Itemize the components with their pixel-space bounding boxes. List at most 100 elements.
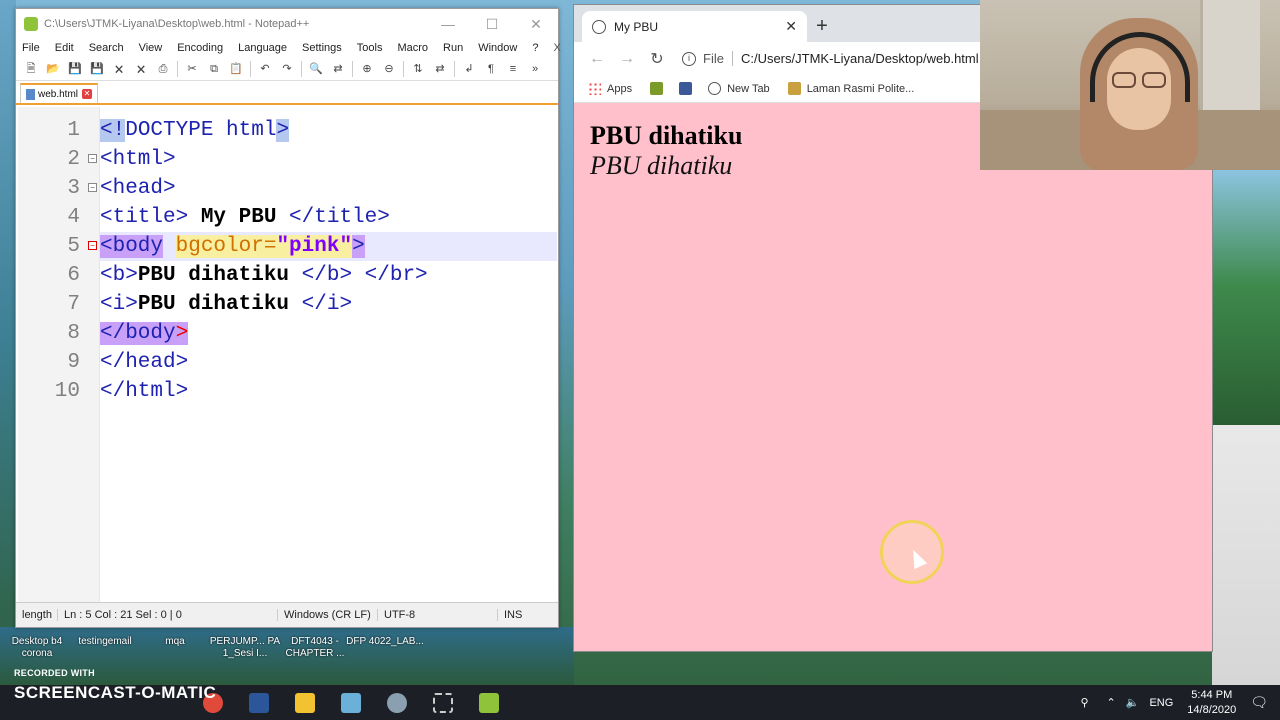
snip-icon bbox=[433, 692, 453, 713]
notepadpp-titlebar[interactable]: C:\Users\JTMK-Liyana\Desktop\web.html - … bbox=[16, 9, 558, 39]
menu-file[interactable]: File bbox=[22, 42, 40, 54]
toolbar-separator bbox=[454, 60, 455, 77]
taskbar-notepadpp[interactable] bbox=[466, 685, 512, 720]
desktop-icon-3[interactable]: mqa bbox=[136, 636, 214, 648]
find-icon[interactable]: 🔍 bbox=[308, 61, 324, 77]
globe-icon bbox=[592, 19, 606, 34]
redo-icon[interactable]: ↷ bbox=[279, 61, 295, 77]
bookmark-new-tab[interactable]: New Tab bbox=[708, 82, 770, 95]
menu-search[interactable]: Search bbox=[89, 42, 124, 54]
taskbar-explorer[interactable] bbox=[282, 685, 328, 720]
new-tab-button[interactable]: + bbox=[807, 11, 837, 42]
zoom-out-icon[interactable]: ⊖ bbox=[381, 61, 397, 77]
menu-help[interactable]: ? bbox=[532, 42, 538, 54]
taskbar-word[interactable] bbox=[236, 685, 282, 720]
code-editor[interactable]: 1 2 3 4 5 6 7 8 9 10 − − − <!DOCTYPE htm… bbox=[18, 107, 557, 602]
print-icon[interactable]: ⎙ bbox=[155, 61, 171, 77]
desktop-icon-2[interactable]: testingemail bbox=[66, 636, 144, 648]
forward-arrow-icon[interactable]: → bbox=[616, 50, 638, 68]
code-line-7: <i>PBU dihatiku </i> bbox=[100, 290, 557, 319]
bookmark-dollar[interactable] bbox=[650, 82, 669, 95]
desktop-icon-label: testingemail bbox=[78, 636, 132, 647]
close-file-icon[interactable]: 🗙 bbox=[111, 61, 127, 77]
close-icon[interactable]: ✕ bbox=[514, 16, 558, 33]
tab-close-icon[interactable]: ✕ bbox=[82, 89, 93, 99]
speaker-icon[interactable]: 🔈 bbox=[1126, 696, 1140, 709]
cut-icon[interactable]: ✂ bbox=[184, 61, 200, 77]
back-arrow-icon[interactable]: ← bbox=[586, 50, 608, 68]
people-icon[interactable]: ⚲ bbox=[1080, 696, 1088, 709]
menu-view[interactable]: View bbox=[139, 42, 163, 54]
apps-grid-icon bbox=[588, 82, 601, 95]
status-insert-mode: INS bbox=[504, 609, 523, 621]
close-all-icon[interactable]: 🗙 bbox=[133, 61, 149, 77]
word-wrap-icon[interactable]: ↲ bbox=[461, 61, 477, 77]
save-all-icon[interactable]: 💾 bbox=[89, 61, 105, 77]
toolbar: 🗎 📂 💾 💾 🗙 🗙 ⎙ ✂ ⧉ 📋 ↶ ↷ 🔍 ⇄ ⊕ ⊖ ⇅ ⇄ ↲ ¶ … bbox=[16, 57, 558, 81]
undo-icon[interactable]: ↶ bbox=[257, 61, 273, 77]
tab-web-html[interactable]: web.html ✕ bbox=[20, 83, 99, 103]
browser-tab[interactable]: My PBU ✕ bbox=[582, 11, 807, 42]
desktop-icon-1[interactable]: Desktop b4 corona bbox=[0, 636, 76, 660]
paste-icon[interactable]: 📋 bbox=[228, 61, 244, 77]
code-text-area[interactable]: <!DOCTYPE html> <html> <head> <title> My… bbox=[100, 107, 557, 602]
code-line-1: <!DOCTYPE html> bbox=[100, 116, 557, 145]
sync-vertical-icon[interactable]: ⇅ bbox=[410, 61, 426, 77]
bookmark-label: Apps bbox=[607, 82, 633, 95]
show-all-chars-icon[interactable]: ¶ bbox=[483, 61, 499, 77]
menu-window[interactable]: Window bbox=[478, 42, 517, 54]
line-number: 6 bbox=[67, 264, 80, 287]
code-token: </html> bbox=[100, 380, 189, 403]
desktop-icon-6[interactable]: DFP 4022_LAB... bbox=[346, 636, 424, 648]
url-text[interactable]: C:/Users/JTMK-Liyana/Desktop/web.html bbox=[741, 51, 979, 66]
menu-macro[interactable]: Macro bbox=[397, 42, 428, 54]
line-number: 7 bbox=[67, 293, 80, 316]
sync-horizontal-icon[interactable]: ⇄ bbox=[432, 61, 448, 77]
save-icon[interactable]: 💾 bbox=[67, 61, 83, 77]
notification-icon[interactable]: 🗨 bbox=[1250, 694, 1268, 711]
recorder-watermark: RECORDED WITH SCREENCAST-O-MATIC bbox=[0, 668, 230, 718]
menu-settings[interactable]: Settings bbox=[302, 42, 342, 54]
menu-edit[interactable]: Edit bbox=[55, 42, 74, 54]
new-file-icon[interactable]: 🗎 bbox=[23, 61, 39, 77]
replace-icon[interactable]: ⇄ bbox=[330, 61, 346, 77]
copy-icon[interactable]: ⧉ bbox=[206, 61, 222, 77]
open-file-icon[interactable]: 📂 bbox=[45, 61, 61, 77]
menu-encoding[interactable]: Encoding bbox=[177, 42, 223, 54]
status-bar: length Ln : 5 Col : 21 Sel : 0 | 0 Windo… bbox=[16, 602, 558, 627]
code-token: </head> bbox=[100, 351, 189, 374]
bookmark-apps[interactable]: Apps bbox=[588, 82, 632, 95]
indent-guide-icon[interactable]: ≡ bbox=[505, 61, 521, 77]
desktop-icon-5[interactable]: DFT4043 - CHAPTER ... bbox=[276, 636, 354, 660]
zoom-in-icon[interactable]: ⊕ bbox=[359, 61, 375, 77]
code-token: </b> </br> bbox=[301, 264, 428, 287]
taskbar-app5[interactable] bbox=[374, 685, 420, 720]
bookmark-facebook[interactable] bbox=[679, 82, 698, 95]
menu-tools[interactable]: Tools bbox=[357, 42, 383, 54]
menu-run[interactable]: Run bbox=[443, 42, 463, 54]
desktop-icon-4[interactable]: PERJUMP... PA 1_Sesi I... bbox=[206, 636, 284, 660]
fold-marker-icon[interactable]: − bbox=[88, 241, 97, 250]
taskbar-snip[interactable] bbox=[420, 685, 466, 720]
menu-language[interactable]: Language bbox=[238, 42, 287, 54]
clock-time: 5:44 PM bbox=[1191, 688, 1233, 701]
code-token: </i> bbox=[301, 293, 353, 316]
code-token: > bbox=[175, 322, 189, 345]
taskbar-app4[interactable] bbox=[328, 685, 374, 720]
clock[interactable]: 5:44 PM 14/8/2020 bbox=[1187, 688, 1236, 718]
maximize-icon[interactable]: ☐ bbox=[470, 16, 514, 33]
chevron-up-icon[interactable]: ⌃ bbox=[1107, 696, 1116, 709]
code-line-6: <b>PBU dihatiku </b> </br> bbox=[100, 261, 557, 290]
fold-marker-icon[interactable]: − bbox=[88, 183, 97, 192]
language-indicator[interactable]: ENG bbox=[1149, 697, 1173, 709]
minimize-icon[interactable]: — bbox=[426, 16, 470, 32]
reload-icon[interactable]: ↻ bbox=[646, 49, 668, 69]
more-tools-icon[interactable]: » bbox=[527, 61, 543, 77]
word-icon bbox=[249, 692, 269, 713]
close-tab-icon[interactable]: ✕ bbox=[785, 18, 797, 35]
bookmark-laman-rasmi[interactable]: Laman Rasmi Polite... bbox=[787, 82, 914, 95]
fold-marker-icon[interactable]: − bbox=[88, 154, 97, 163]
close-document-button[interactable]: X bbox=[553, 42, 560, 54]
code-token: > bbox=[352, 235, 365, 258]
info-icon[interactable]: i bbox=[682, 51, 696, 66]
